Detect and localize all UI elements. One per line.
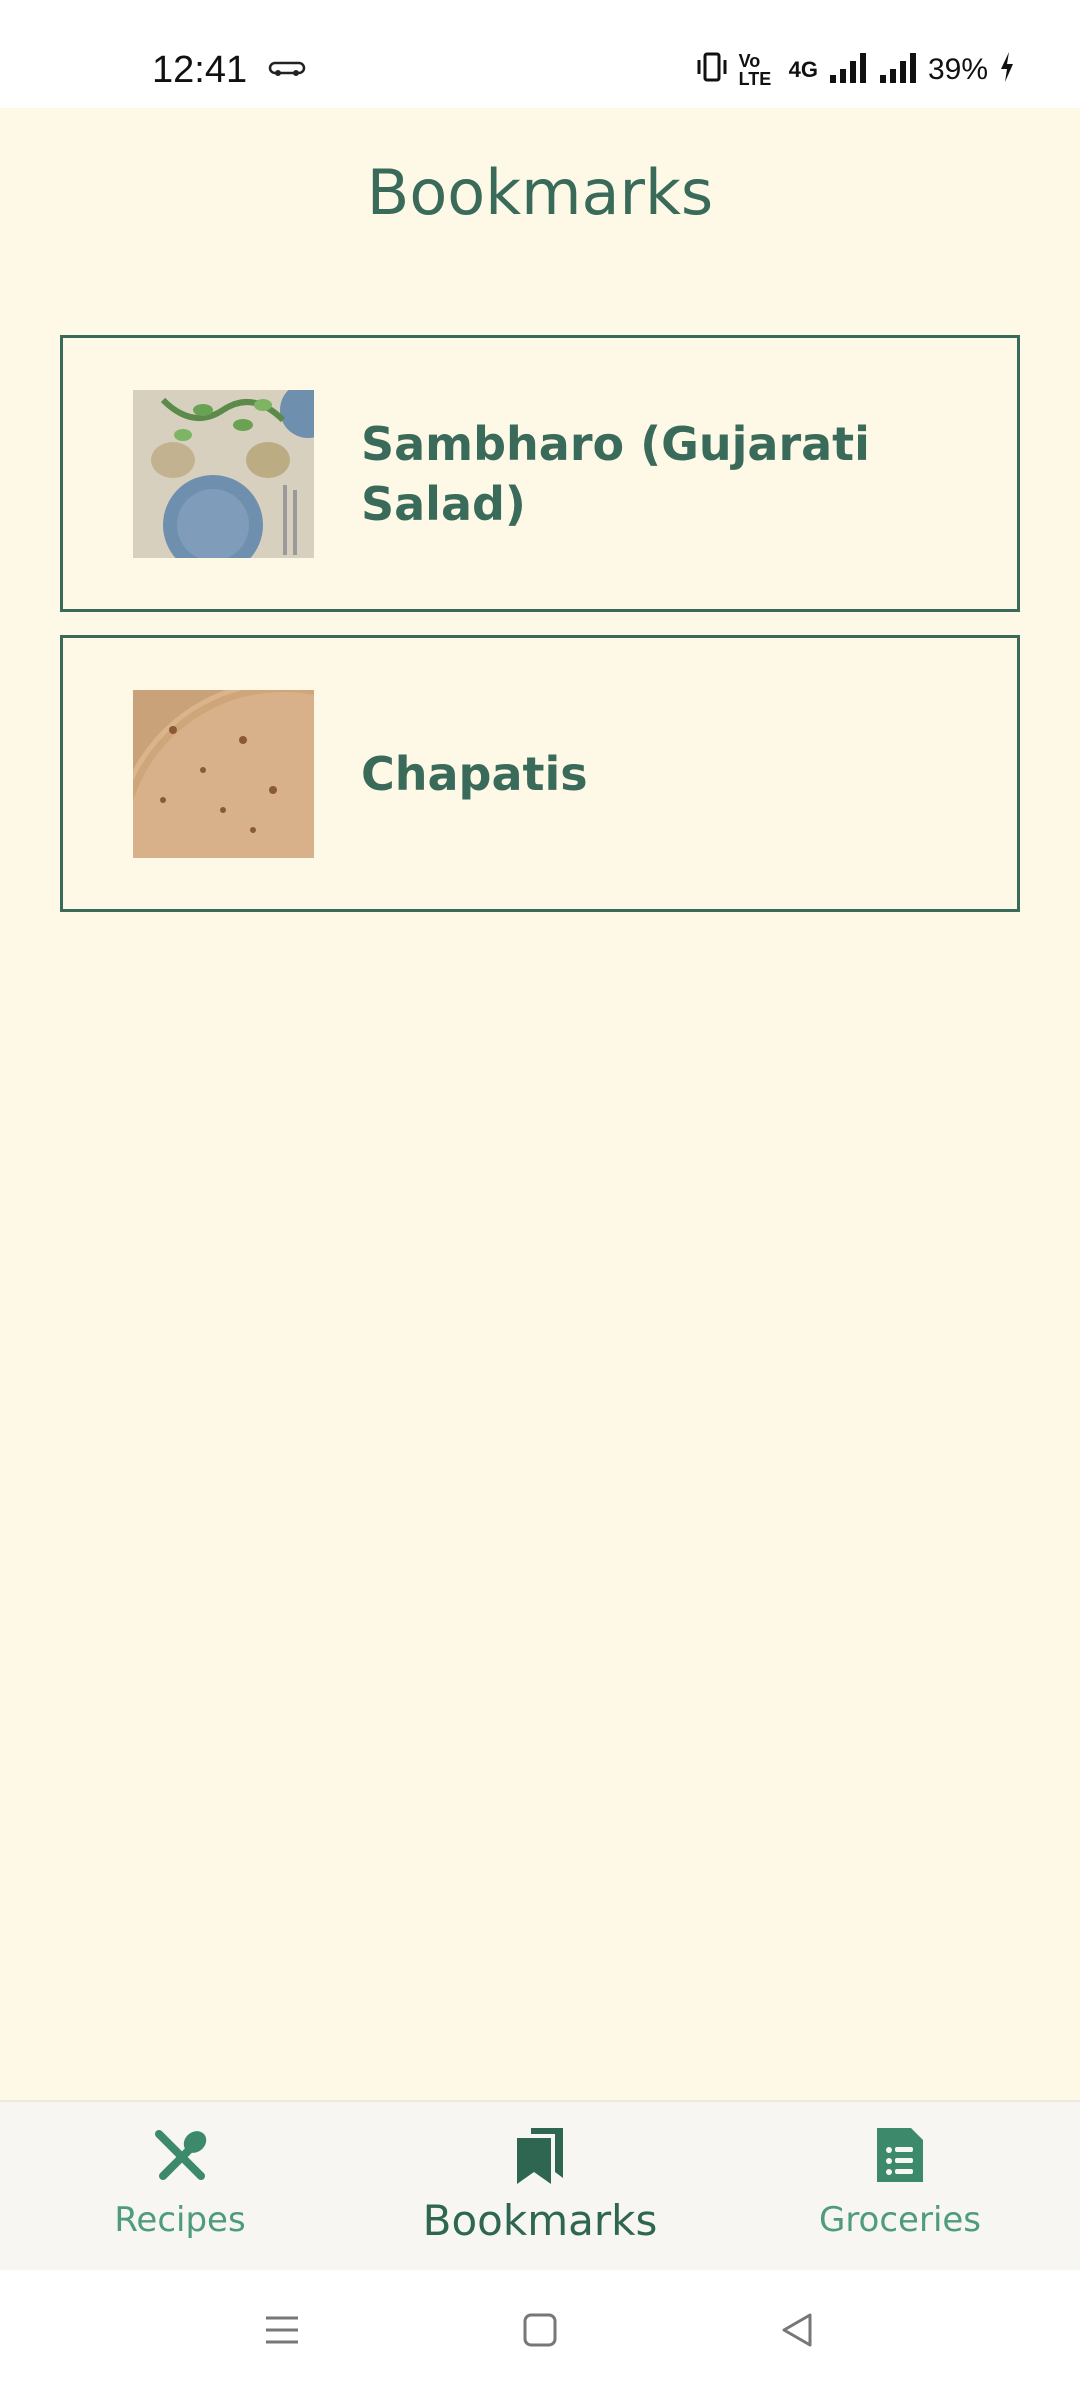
menu-icon[interactable]: [262, 2310, 302, 2355]
bookmark-card[interactable]: Sambharo (Gujarati Salad): [60, 335, 1020, 612]
bookmark-title: Sambharo (Gujarati Salad): [361, 416, 870, 531]
signal-icon: [828, 51, 868, 88]
bottom-navigation: Recipes Bookmarks Groceries: [0, 2100, 1080, 2270]
nav-recipes[interactable]: Recipes: [0, 2102, 360, 2270]
system-navigation: [0, 2270, 1080, 2400]
bookmark-card[interactable]: Chapatis: [60, 635, 1020, 912]
nav-bookmarks[interactable]: Bookmarks: [360, 2102, 720, 2270]
screen: 12:41 Vo LTE 4G 39% Bookmarks Sambharo (…: [0, 0, 1080, 2400]
bookmarks-screen: Bookmarks Sambharo (Gujarati Salad) Chap…: [0, 108, 1080, 2100]
status-icons: Vo LTE 4G 39%: [695, 50, 1016, 89]
nav-label: Recipes: [114, 2200, 246, 2240]
signal-icon: [878, 51, 918, 88]
vibrate-icon: [695, 50, 729, 89]
signal-4g-icon: 4G: [788, 56, 818, 82]
nav-label: Groceries: [818, 2200, 982, 2240]
nav-groceries[interactable]: Groceries: [720, 2102, 1080, 2270]
home-icon[interactable]: [520, 2310, 560, 2355]
bookmark-title: Chapatis: [361, 746, 588, 801]
status-bar: 12:41 Vo LTE 4G 39%: [0, 0, 1080, 108]
charging-icon: [998, 50, 1016, 89]
recipe-thumbnail: [133, 690, 314, 858]
back-icon[interactable]: [778, 2310, 818, 2355]
car-icon: [268, 58, 306, 83]
nav-label: Bookmarks: [422, 2196, 658, 2245]
page-title: Bookmarks: [366, 156, 714, 229]
bookmarks-icon: [509, 2124, 571, 2186]
battery-percent: 39%: [927, 52, 988, 86]
volte-icon: Vo LTE: [738, 50, 772, 89]
recipe-thumbnail: [133, 390, 314, 558]
list-icon: [869, 2124, 931, 2186]
fork-spoon-icon: [149, 2124, 211, 2186]
status-time: 12:41: [152, 49, 248, 91]
